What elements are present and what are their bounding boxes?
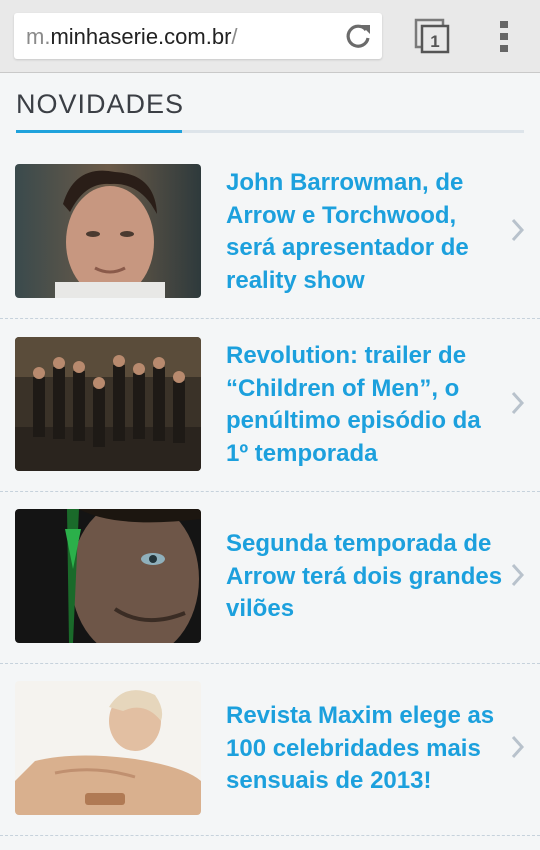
url-domain: minhaserie.com.br (50, 24, 232, 49)
article-item[interactable]: Segunda temporada de Arrow terá dois gra… (0, 491, 540, 664)
section-divider-accent (16, 130, 182, 133)
article-headline[interactable]: Revolution: trailer de “Children of Men”… (226, 340, 506, 470)
page-content: NOVIDADES John Barrowman, de Arrow e Tor… (0, 73, 540, 850)
article-item[interactable]: John Barrowman, de Arrow e Torchwood, se… (0, 146, 540, 319)
article-item[interactable]: Revolution: trailer de “Children of Men”… (0, 319, 540, 492)
article-headline[interactable]: Revista Maxim elege as 100 celebridades … (226, 700, 506, 798)
article-thumbnail[interactable] (15, 681, 201, 815)
reload-icon[interactable] (344, 22, 372, 50)
article-item[interactable]: Revista Maxim elege as 100 celebridades … (0, 663, 540, 836)
browser-toolbar: m.minhaserie.com.br/ 1 (0, 0, 540, 73)
url-text[interactable]: m.minhaserie.com.br/ (26, 24, 238, 50)
article-thumbnail[interactable] (15, 164, 201, 298)
article-thumbnail[interactable] (15, 509, 201, 643)
overflow-menu-icon[interactable] (492, 18, 516, 54)
address-bar[interactable]: m.minhaserie.com.br/ (14, 13, 382, 59)
article-headline[interactable]: John Barrowman, de Arrow e Torchwood, se… (226, 167, 506, 297)
section-title: NOVIDADES (16, 89, 185, 119)
chevron-right-icon (511, 735, 525, 759)
url-prefix: m. (26, 24, 51, 49)
tab-count: 1 (430, 32, 439, 51)
chevron-right-icon (511, 218, 525, 242)
url-suffix: / (231, 24, 238, 49)
article-headline[interactable]: Segunda temporada de Arrow terá dois gra… (226, 528, 506, 626)
chevron-right-icon (511, 563, 525, 587)
tabs-button[interactable]: 1 (414, 18, 450, 54)
chevron-right-icon (511, 391, 525, 415)
section-divider (16, 130, 524, 133)
article-thumbnail[interactable] (15, 337, 201, 471)
